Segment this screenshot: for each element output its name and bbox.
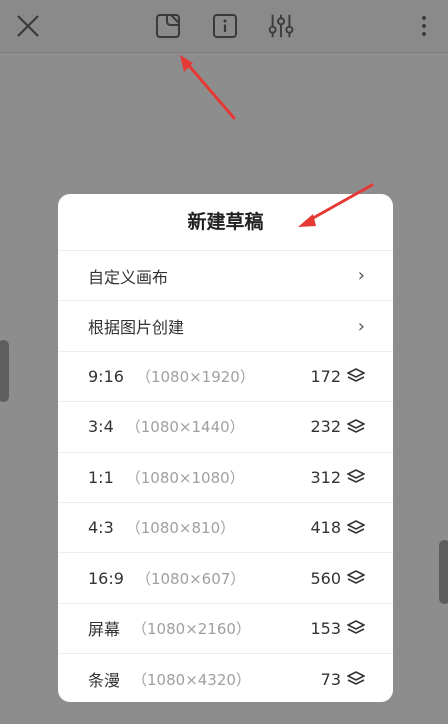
layer-count: 172 [310,366,341,386]
preset-row[interactable]: 3:4 （1080×1440） 232 [58,402,393,453]
sliders-icon[interactable] [267,12,295,40]
preset-ratio: 4:3 [88,518,114,538]
chevron-right-icon: › [357,315,365,337]
action-label: 根据图片创建 [88,318,185,338]
preset-row[interactable]: 1:1 （1080×1080） 312 [58,453,393,503]
left-edge-handle[interactable] [0,340,9,402]
chevron-right-icon: › [357,265,365,287]
layer-count: 560 [310,568,341,588]
preset-size: （1080×607） [135,569,246,588]
layer-count: 153 [310,618,341,638]
preset-ratio: 16:9 [88,568,124,588]
preset-ratio: 9:16 [88,366,124,386]
custom-canvas-item[interactable]: 自定义画布 › [58,251,393,302]
preset-ratio: 条漫 [88,671,121,691]
info-icon[interactable] [211,12,239,40]
more-vertical-icon[interactable] [410,12,438,40]
preset-size: （1080×4320） [132,670,251,689]
preset-row[interactable]: 16:9 （1080×607） 560 [58,553,393,604]
layers-icon [346,368,366,384]
layer-count: 73 [320,669,341,689]
dialog-title: 新建草稿 [58,194,393,251]
action-label: 自定义画布 [88,267,169,287]
layer-count: 312 [310,467,341,487]
layers-icon [346,519,366,536]
preset-size: （1080×810） [125,519,236,538]
create-from-image-item[interactable]: 根据图片创建 › [58,301,393,352]
layers-icon [346,620,366,636]
preset-row[interactable]: 条漫 （1080×4320） 73 [58,654,393,702]
preset-size: （1080×1440） [125,418,245,437]
layer-count: 418 [310,518,341,538]
preset-row[interactable]: 4:3 （1080×810） 418 [58,503,393,554]
layer-count: 232 [310,417,341,437]
new-draft-dialog: 新建草稿 自定义画布 › 根据图片创建 › 9:16 （1080×1920） 1… [58,194,393,702]
preset-row[interactable]: 9:16 （1080×1920） 172 [58,352,393,403]
preset-size: （1080×1920） [135,367,255,386]
layers-icon [346,671,366,687]
top-toolbar [0,0,448,53]
preset-ratio: 3:4 [88,417,114,437]
preset-size: （1080×2160） [132,619,251,638]
annotation-arrow-toolbar [180,55,236,120]
layers-icon [346,418,366,435]
preset-size: （1080×1080） [125,468,245,487]
layers-icon [346,469,366,485]
preset-ratio: 屏幕 [88,620,121,640]
canvas-crop-icon[interactable] [154,12,182,40]
preset-ratio: 1:1 [88,467,114,487]
close-icon[interactable] [14,12,42,40]
right-edge-handle[interactable] [439,540,448,604]
preset-row[interactable]: 屏幕 （1080×2160） 153 [58,604,393,655]
layers-icon [346,570,366,586]
